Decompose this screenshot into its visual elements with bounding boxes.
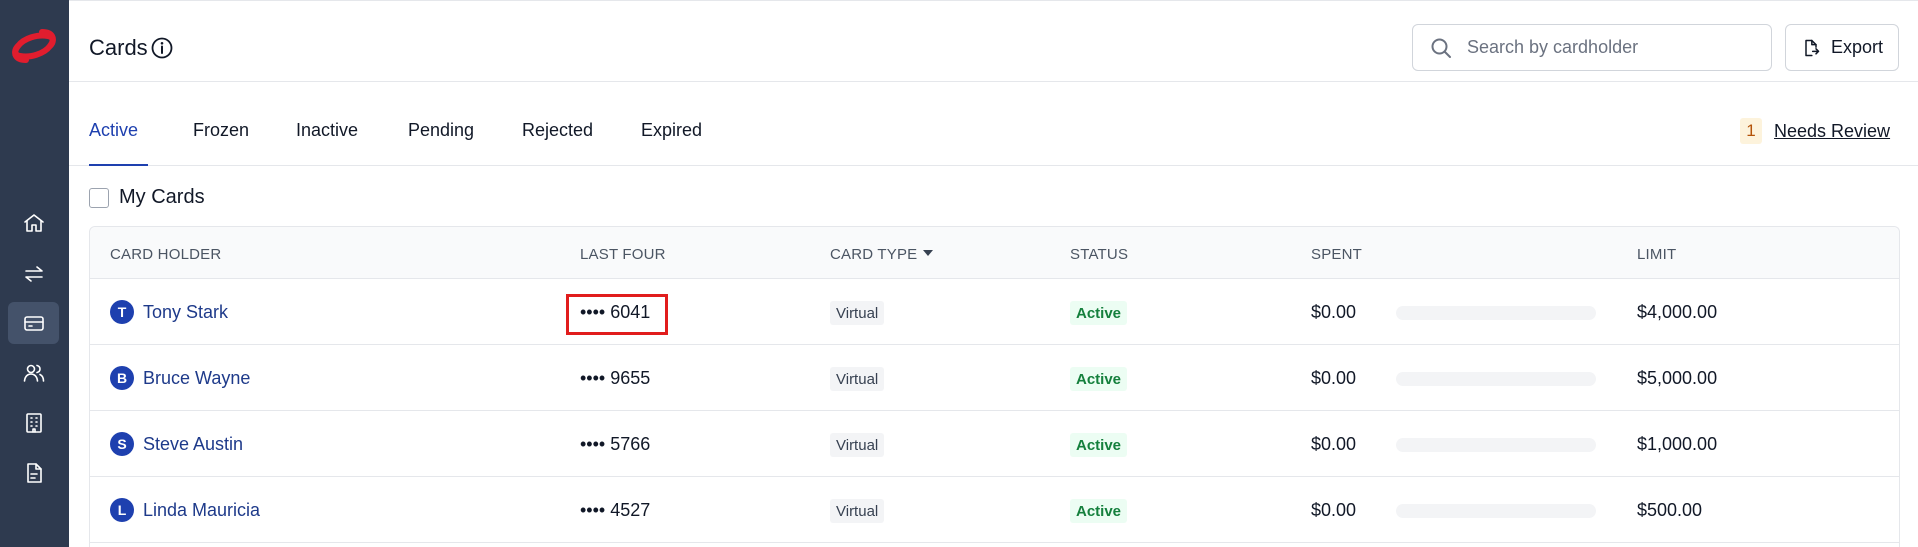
column-header-spent[interactable]: SPENT: [1311, 246, 1362, 263]
sidebar: [0, 0, 69, 547]
spend-progress-bar: [1396, 504, 1596, 518]
building-icon: [25, 413, 42, 433]
spent-value: $0.00: [1311, 434, 1357, 454]
limit-value: $5,000.00: [1637, 368, 1718, 388]
card-type-badge: Virtual: [830, 499, 885, 523]
nav-transactions[interactable]: [8, 253, 59, 295]
status-badge: Active: [1070, 367, 1128, 391]
search-icon: [1431, 38, 1451, 58]
active-tab-indicator: [89, 164, 148, 166]
needs-review-count: 1: [1740, 118, 1762, 144]
avatar: T: [110, 300, 134, 324]
page-header: Cards Export: [69, 0, 1918, 82]
my-cards-label: My Cards: [119, 186, 205, 208]
table-row[interactable]: S Steve Austin •••• 5766 Virtual Active …: [90, 411, 1899, 477]
spent-value: $0.00: [1311, 302, 1357, 322]
document-icon: [26, 463, 42, 483]
credit-card-icon: [23, 316, 44, 331]
column-header-limit[interactable]: LIMIT: [1637, 246, 1676, 263]
page-title: Cards: [89, 35, 148, 60]
cards-table: CARD HOLDER LAST FOUR CARD TYPE STATUS S…: [89, 226, 1900, 547]
cardholder-name-link[interactable]: Bruce Wayne: [143, 368, 250, 389]
column-header-card-type-label: CARD TYPE: [830, 246, 918, 263]
status-tabs: Active Frozen Inactive Pending Rejected …: [69, 82, 1918, 166]
tab-active[interactable]: Active: [89, 120, 138, 141]
nav-people[interactable]: [8, 352, 59, 394]
my-cards-checkbox[interactable]: [89, 187, 109, 208]
search-input[interactable]: [1467, 37, 1747, 58]
info-icon[interactable]: [150, 36, 174, 60]
nav-documents[interactable]: [8, 452, 59, 494]
avatar: B: [110, 366, 134, 390]
spent-value: $0.00: [1311, 368, 1357, 388]
cardholder-name-link[interactable]: Tony Stark: [143, 302, 228, 323]
card-type-badge: Virtual: [830, 433, 885, 457]
spend-progress-bar: [1396, 306, 1596, 320]
last-four-value: •••• 9655: [580, 368, 651, 388]
tab-rejected[interactable]: Rejected: [522, 120, 593, 141]
table-row[interactable]: L Linda Mauricia •••• 4527 Virtual Activ…: [90, 477, 1899, 543]
nav-company[interactable]: [8, 402, 59, 444]
export-button[interactable]: Export: [1785, 24, 1899, 71]
last-four-value: •••• 6041: [580, 302, 651, 322]
limit-value: $4,000.00: [1637, 302, 1718, 322]
tab-pending[interactable]: Pending: [408, 120, 474, 141]
nav-cards[interactable]: [8, 302, 59, 344]
card-type-badge: Virtual: [830, 367, 885, 391]
status-badge: Active: [1070, 301, 1128, 325]
cardholder-name-link[interactable]: Steve Austin: [143, 434, 243, 455]
status-badge: Active: [1070, 433, 1128, 457]
table-header: CARD HOLDER LAST FOUR CARD TYPE STATUS S…: [90, 227, 1899, 279]
cardholder-name-link[interactable]: Linda Mauricia: [143, 500, 260, 521]
needs-review-link[interactable]: Needs Review: [1774, 121, 1890, 142]
avatar: S: [110, 432, 134, 456]
status-badge: Active: [1070, 499, 1128, 523]
card-type-badge: Virtual: [830, 301, 885, 325]
limit-value: $500.00: [1637, 500, 1703, 520]
spent-value: $0.00: [1311, 500, 1357, 520]
brand-logo[interactable]: [12, 28, 56, 64]
spend-progress-bar: [1396, 372, 1596, 386]
tab-inactive[interactable]: Inactive: [296, 120, 358, 141]
spend-progress-bar: [1396, 438, 1596, 452]
column-header-last-four[interactable]: LAST FOUR: [580, 246, 666, 263]
app-root: Cards Export Active Frozen Inactive Pend…: [0, 0, 1918, 547]
limit-value: $1,000.00: [1637, 434, 1718, 454]
avatar: L: [110, 498, 134, 522]
users-icon: [23, 364, 44, 382]
tab-expired[interactable]: Expired: [641, 120, 702, 141]
home-icon: [23, 214, 44, 232]
search-box[interactable]: [1412, 24, 1772, 71]
my-cards-filter: My Cards: [89, 186, 205, 209]
nav-home[interactable]: [8, 202, 59, 244]
export-label: Export: [1830, 37, 1884, 57]
table-row[interactable]: B Bruce Wayne •••• 9655 Virtual Active $…: [90, 345, 1899, 411]
tab-frozen[interactable]: Frozen: [193, 120, 249, 141]
sort-caret-down-icon: [923, 250, 934, 257]
column-header-status[interactable]: STATUS: [1070, 246, 1128, 263]
transfer-arrows-icon: [24, 266, 43, 282]
table-row[interactable]: T Tony Stark •••• 6041 Virtual Active $0…: [90, 279, 1899, 345]
last-four-value: •••• 5766: [580, 434, 651, 454]
column-header-card-type[interactable]: CARD TYPE: [830, 246, 934, 263]
column-header-card-holder[interactable]: CARD HOLDER: [110, 246, 221, 263]
file-export-icon: [1805, 39, 1820, 56]
last-four-value: •••• 4527: [580, 500, 651, 520]
